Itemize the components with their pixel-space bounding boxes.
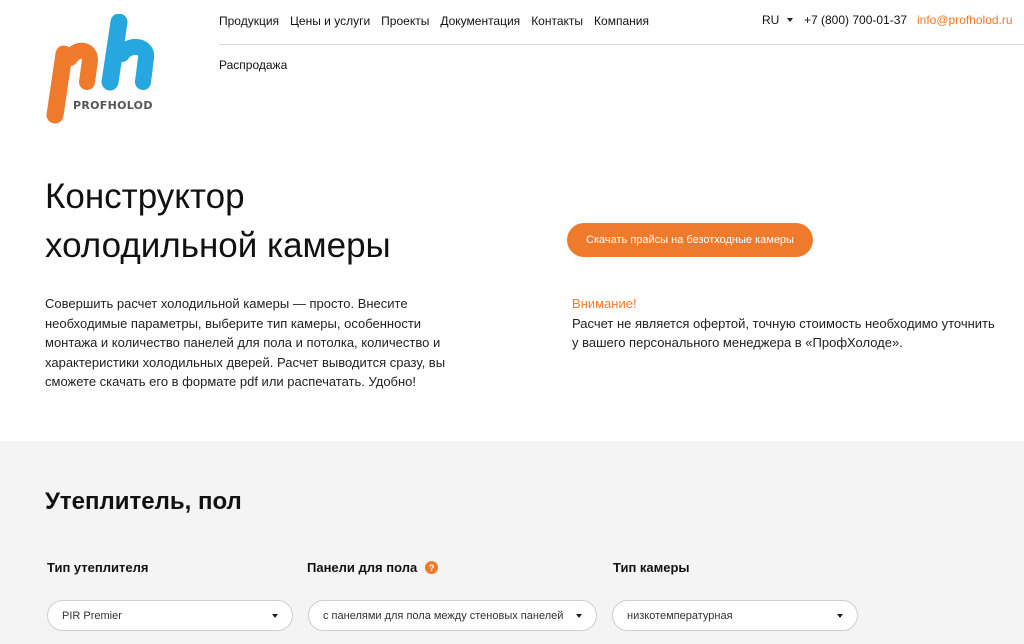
phone-number[interactable]: +7 (800) 700-01-37 [804,13,907,27]
insulation-type-label-text: Тип утеплителя [47,560,149,575]
nav-item-company[interactable]: Компания [594,13,649,29]
camera-type-label-text: Тип камеры [613,560,690,575]
floor-panels-label: Панели для пола ? [307,560,439,575]
nav-item-docs[interactable]: Документация [440,13,520,29]
floor-panels-select[interactable]: с панелями для пола между стеновых панел… [308,600,597,631]
nav-item-products[interactable]: Продукция [219,13,279,29]
floor-panels-value: с панелями для пола между стеновых панел… [323,609,564,622]
logo-text: PROFHOLOD [73,99,153,112]
chevron-down-icon [787,18,794,22]
chevron-down-icon [837,613,843,618]
insulation-type-select[interactable]: PIR Premier [47,600,293,631]
chevron-down-icon [576,613,582,618]
download-prices-button[interactable]: Скачать прайсы на безотходные камеры [567,223,813,257]
language-selector[interactable]: RU [762,13,794,27]
camera-type-value: низкотемпературная [627,609,733,622]
notice-text: Расчет не является офертой, точную стоим… [572,316,995,350]
camera-type-label: Тип камеры [613,560,690,575]
page-title-line-2: холодильной камеры [45,226,391,265]
email-link[interactable]: info@profholod.ru [917,13,1013,27]
main-nav: Продукция Цены и услуги Проекты Документ… [219,13,660,29]
nav-item-projects[interactable]: Проекты [381,13,429,29]
intro-text: Совершить расчет холодильной камеры — пр… [45,296,446,389]
section-title: Утеплитель, пол [45,488,242,515]
notice-title: Внимание! [572,296,637,311]
language-label: RU [762,13,780,27]
help-icon[interactable]: ? [425,561,439,574]
nav-divider [219,44,1024,45]
nav-item-contacts[interactable]: Контакты [531,13,583,29]
insulation-type-label: Тип утеплителя [47,560,148,575]
page-title: Конструктор холодильной камеры [45,172,505,270]
floor-panels-label-text: Панели для пола [307,560,418,575]
nav-item-sale[interactable]: Распродажа [219,58,287,72]
page-title-line-1: Конструктор [45,177,245,216]
chevron-down-icon [272,613,278,618]
camera-type-select[interactable]: низкотемпературная [612,600,858,631]
insulation-type-value: PIR Premier [62,609,122,622]
nav-item-prices[interactable]: Цены и услуги [290,13,370,29]
